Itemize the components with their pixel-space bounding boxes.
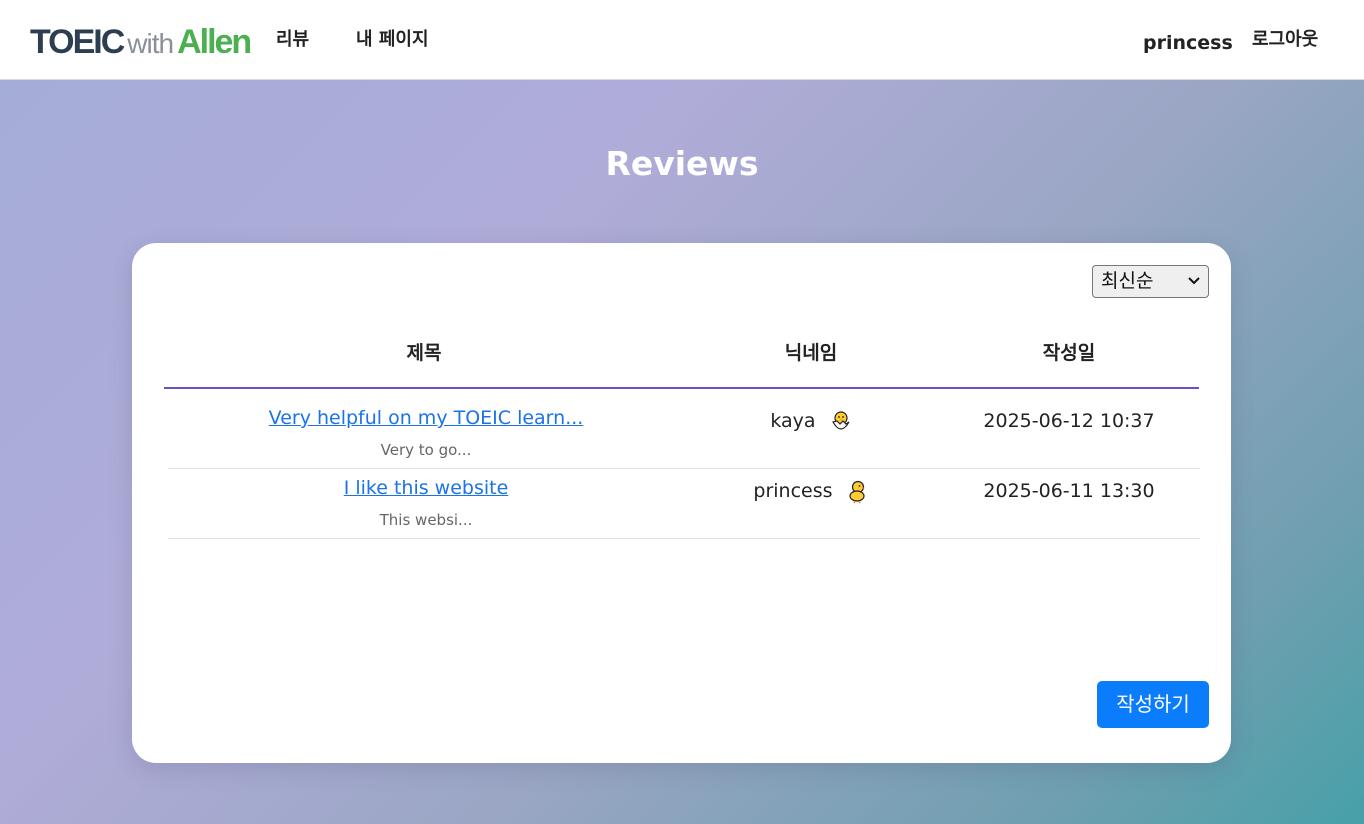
column-header-title: 제목 [406, 342, 442, 364]
sort-selected-value: 최신순 [1101, 270, 1154, 292]
review-title-link[interactable]: Very helpful on my TOEIC learn... [168, 405, 684, 431]
review-nickname: kaya [770, 410, 816, 432]
review-nickname: princess [753, 480, 833, 502]
review-date: 2025-06-11 13:30 [983, 480, 1155, 502]
nav-mypage-link[interactable]: 내 페이지 [356, 28, 429, 52]
reviews-card: 최신순 제목 닉네임 작성일 Very helpful on my TOEIC … [132, 243, 1231, 763]
table-row: Very helpful on my TOEIC learn... Very t… [168, 389, 1200, 469]
nav-logout-link[interactable]: 로그아웃 [1252, 28, 1318, 52]
site-logo[interactable]: TOEIC with Allen [30, 22, 252, 62]
column-header-nickname: 닉네임 [784, 342, 838, 364]
review-nickname-cell: princess [684, 478, 938, 504]
logo-toeic: TOEIC [30, 23, 125, 61]
column-header-date: 작성일 [1042, 342, 1096, 364]
table-row: I like this website This websi... prince… [168, 459, 1200, 539]
chevron-down-icon [1188, 266, 1200, 309]
nav-review-link[interactable]: 리뷰 [276, 28, 309, 52]
logo-with: with [127, 28, 174, 59]
hatching-chick-icon [830, 410, 852, 434]
review-nickname-cell: kaya [684, 408, 938, 434]
nav-username[interactable]: princess [1143, 31, 1233, 55]
review-preview: This websi... [379, 511, 473, 529]
review-preview: Very to go... [380, 441, 472, 459]
review-title-link[interactable]: I like this website [168, 475, 684, 501]
sort-select[interactable]: 최신순 [1092, 265, 1209, 298]
navbar: TOEIC with Allen 리뷰 내 페이지 princess 로그아웃 [0, 0, 1364, 80]
page-title: Reviews [605, 144, 759, 183]
review-date: 2025-06-12 10:37 [983, 410, 1155, 432]
logo-allen: Allen [177, 23, 252, 61]
chick-icon [847, 480, 869, 504]
write-review-button[interactable]: 작성하기 [1097, 681, 1209, 728]
